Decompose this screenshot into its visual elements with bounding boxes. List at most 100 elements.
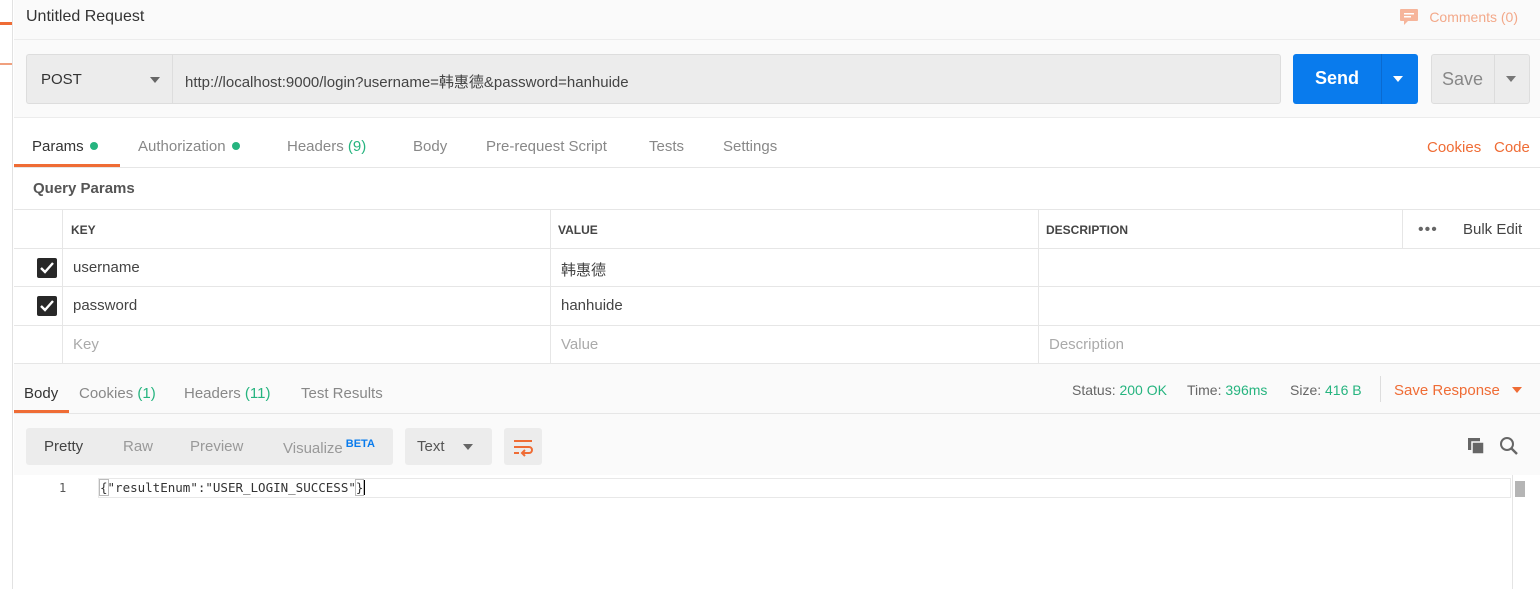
send-options-chevron-icon[interactable] — [1393, 76, 1403, 82]
save-options-chevron-icon[interactable] — [1506, 76, 1516, 82]
send-button[interactable]: Send — [1293, 54, 1418, 104]
param-key[interactable]: password — [73, 297, 137, 314]
size-value[interactable]: 416 B — [1325, 382, 1362, 398]
chevron-down-icon — [463, 444, 473, 450]
tab-authorization-label: Authorization — [138, 138, 226, 155]
checkmark-icon — [40, 262, 54, 274]
param-value[interactable]: hanhuide — [561, 297, 623, 314]
save-response-label: Save Response — [1394, 382, 1500, 399]
header-key: KEY — [71, 223, 96, 237]
cookies-link[interactable]: Cookies — [1427, 139, 1481, 156]
brace-open: { — [99, 479, 109, 496]
param-checkbox[interactable] — [37, 258, 57, 278]
param-checkbox[interactable] — [37, 296, 57, 316]
view-preview-button[interactable]: Preview — [190, 438, 243, 455]
checkmark-icon — [40, 300, 54, 312]
chevron-down-icon — [150, 77, 160, 83]
code-link[interactable]: Code — [1494, 139, 1530, 156]
response-tab-cookies[interactable]: Cookies (1) — [79, 385, 156, 402]
active-tab-underline — [14, 164, 120, 167]
format-value: Text — [417, 438, 445, 455]
status-value[interactable]: 200 OK — [1119, 382, 1166, 398]
url-value: http://localhost:9000/login?username=韩惠德… — [185, 74, 629, 91]
time-value[interactable]: 396ms — [1225, 382, 1267, 398]
response-tab-body[interactable]: Body — [24, 385, 58, 402]
search-icon[interactable] — [1499, 436, 1519, 456]
tab-headers-label: Headers — [287, 138, 344, 155]
editor-scrollbar[interactable] — [1512, 475, 1526, 589]
response-tab-test-results[interactable]: Test Results — [301, 385, 383, 402]
col-divider — [550, 287, 551, 325]
bulk-edit-link[interactable]: Bulk Edit — [1463, 221, 1522, 238]
col-divider — [1402, 210, 1403, 248]
response-tabs: Body Cookies (1) Headers (11) Test Resul… — [14, 364, 1540, 414]
beta-badge: BETA — [345, 438, 375, 450]
view-visualize-button[interactable]: Visualize BETA — [283, 438, 375, 457]
response-code-line[interactable]: {"resultEnum":"USER_LOGIN_SUCCESS"} — [99, 479, 366, 496]
comments-button[interactable]: Comments (0) — [1399, 8, 1518, 26]
time-label: Time: — [1187, 382, 1222, 398]
url-input[interactable]: http://localhost:9000/login?username=韩惠德… — [172, 54, 1281, 104]
size-info: Size: 416 B — [1290, 382, 1362, 398]
save-button[interactable]: Save — [1431, 54, 1530, 104]
response-tab-cookies-label: Cookies — [79, 385, 134, 402]
params-table-header: KEY VALUE DESCRIPTION ••• Bulk Edit — [14, 209, 1540, 249]
new-key-input[interactable]: Key — [73, 336, 99, 353]
col-divider — [1038, 287, 1039, 325]
method-select[interactable]: POST — [26, 54, 172, 104]
col-divider — [550, 326, 551, 363]
response-tab-cookies-count: (1) — [137, 385, 156, 402]
chevron-down-icon — [1511, 387, 1522, 393]
tab-headers[interactable]: Headers (9) — [287, 138, 366, 155]
tab-tests[interactable]: Tests — [649, 138, 684, 155]
tab-authorization[interactable]: Authorization — [138, 138, 240, 155]
send-divider — [1381, 54, 1382, 104]
send-label: Send — [1315, 68, 1360, 88]
col-divider — [62, 287, 63, 325]
response-tab-headers[interactable]: Headers (11) — [184, 385, 270, 402]
response-active-tab-underline — [14, 410, 69, 413]
time-info: Time: 396ms — [1187, 382, 1267, 398]
save-response-button[interactable]: Save Response — [1394, 382, 1522, 399]
more-options-icon[interactable]: ••• — [1418, 221, 1438, 239]
header-description: DESCRIPTION — [1046, 223, 1129, 237]
col-divider — [1038, 249, 1039, 286]
status-label: Status: — [1072, 382, 1116, 398]
request-title[interactable]: Untitled Request — [26, 8, 144, 26]
comment-icon — [1400, 9, 1419, 25]
table-row: username 韩惠德 — [14, 249, 1540, 287]
wrap-lines-button[interactable] — [504, 428, 542, 465]
wrap-lines-icon — [514, 440, 533, 457]
authorization-indicator-dot — [231, 142, 240, 150]
title-bar: Untitled Request Comments (0) — [14, 0, 1540, 40]
visualize-label: Visualize — [283, 440, 343, 457]
col-divider — [1038, 326, 1039, 363]
new-description-input[interactable]: Description — [1049, 336, 1124, 353]
tab-params-label: Params — [32, 138, 84, 155]
response-panel: Body Cookies (1) Headers (11) Test Resul… — [14, 364, 1540, 589]
url-bar: POST http://localhost:9000/login?usernam… — [14, 40, 1540, 118]
save-label: Save — [1442, 69, 1484, 89]
request-panel: Untitled Request Comments (0) POST http:… — [14, 0, 1540, 589]
response-tab-headers-label: Headers — [184, 385, 241, 402]
save-divider — [1494, 55, 1495, 103]
copy-icon[interactable] — [1466, 436, 1486, 456]
param-value[interactable]: 韩惠德 — [561, 259, 606, 280]
tab-settings[interactable]: Settings — [723, 138, 777, 155]
param-key[interactable]: username — [73, 259, 140, 276]
col-divider — [62, 326, 63, 363]
tab-params[interactable]: Params — [32, 138, 98, 155]
status-info: Status: 200 OK — [1072, 382, 1167, 398]
sidebar-marker — [0, 63, 12, 65]
view-raw-button[interactable]: Raw — [123, 438, 153, 455]
scrollbar-thumb[interactable] — [1515, 481, 1525, 497]
col-divider — [62, 249, 63, 286]
view-mode-group: Pretty Raw Preview Visualize BETA — [26, 428, 393, 465]
params-indicator-dot — [89, 142, 98, 150]
tab-pre-request-script[interactable]: Pre-request Script — [486, 138, 607, 155]
view-pretty-button[interactable]: Pretty — [44, 438, 83, 455]
tab-body[interactable]: Body — [413, 138, 447, 155]
new-value-input[interactable]: Value — [561, 336, 598, 353]
response-body-editor[interactable]: 1 {"resultEnum":"USER_LOGIN_SUCCESS"} — [14, 475, 1540, 589]
format-select[interactable]: Text — [405, 428, 492, 465]
